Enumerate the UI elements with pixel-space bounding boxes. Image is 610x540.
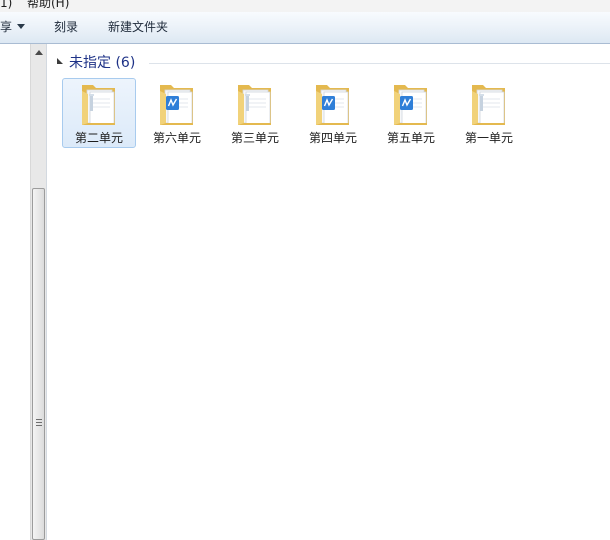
- folder-label: 第六单元: [152, 131, 201, 145]
- chevron-down-icon: [17, 24, 26, 29]
- navigation-pane[interactable]: [0, 44, 30, 540]
- folder-icon: [238, 85, 271, 125]
- folder-icon: [160, 85, 193, 125]
- folder-label: 第一单元: [464, 131, 513, 145]
- burn-button[interactable]: 刻录: [54, 12, 78, 43]
- folder-icon: [472, 85, 505, 125]
- folder-label: 第三单元: [230, 131, 279, 145]
- folder-icon: [82, 85, 115, 125]
- folder-item[interactable]: 第五单元: [374, 78, 448, 148]
- new-folder-button[interactable]: 新建文件夹: [108, 12, 168, 43]
- scroll-thumb[interactable]: [32, 188, 45, 540]
- folder-item[interactable]: 第一单元: [452, 78, 526, 148]
- folder-item[interactable]: 第六单元: [140, 78, 214, 148]
- share-button-label: 享: [0, 20, 13, 34]
- grip-icon: [36, 419, 42, 428]
- file-view[interactable]: 未指定 (6) 第二单元 第六单元 第三单元 第四单元 第五单元 第一单元: [47, 44, 610, 540]
- nav-pane-scrollbar[interactable]: [30, 44, 47, 540]
- share-button[interactable]: 享: [0, 12, 26, 43]
- group-header[interactable]: 未指定 (6): [55, 54, 610, 72]
- folder-label: 第五单元: [386, 131, 435, 145]
- folder-item[interactable]: 第四单元: [296, 78, 370, 148]
- group-title: 未指定 (6): [69, 55, 136, 71]
- folder-icon: [316, 85, 349, 125]
- scroll-up-button[interactable]: [31, 44, 47, 60]
- command-bar: 享 刻录 新建文件夹: [0, 12, 610, 44]
- document-app-icon: [400, 96, 413, 110]
- folder-icon: [394, 85, 427, 125]
- document-app-icon: [166, 96, 179, 110]
- folder-item[interactable]: 第二单元: [62, 78, 136, 148]
- menu-item-partial[interactable]: 1): [0, 0, 12, 11]
- menu-item-help[interactable]: 帮助(H): [27, 0, 69, 11]
- folder-label: 第四单元: [308, 131, 357, 145]
- arrow-up-icon: [35, 49, 43, 55]
- folder-item[interactable]: 第三单元: [218, 78, 292, 148]
- folder-label: 第二单元: [74, 131, 123, 145]
- collapse-triangle-icon[interactable]: [57, 58, 63, 64]
- group-separator-line: [149, 63, 610, 64]
- document-app-icon: [322, 96, 335, 110]
